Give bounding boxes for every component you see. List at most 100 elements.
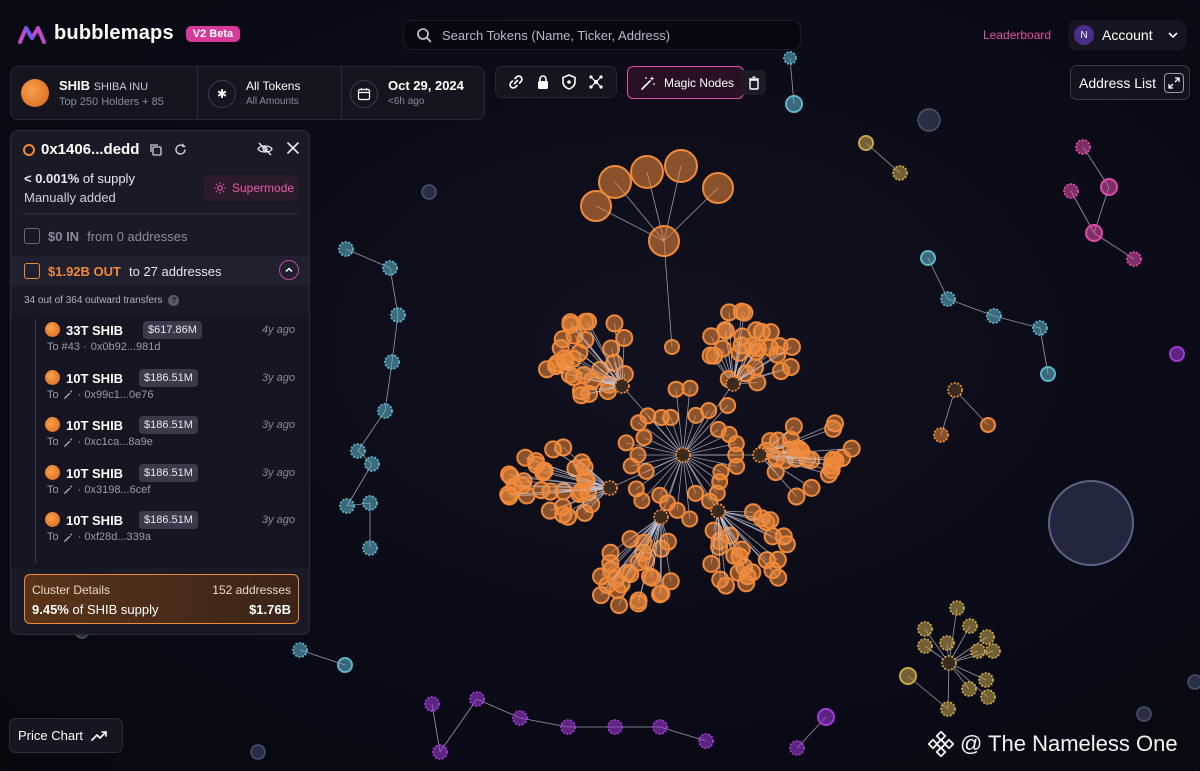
bubble[interactable] bbox=[1040, 366, 1056, 382]
bubble[interactable] bbox=[1032, 320, 1048, 336]
bubble[interactable] bbox=[637, 462, 655, 480]
bubble[interactable] bbox=[727, 435, 745, 453]
transfer-row[interactable]: 10T SHIB $186.51M 3y ago To · 0x99c1...0e76 bbox=[45, 368, 295, 413]
bubble[interactable] bbox=[728, 457, 746, 475]
bubble[interactable] bbox=[717, 576, 736, 595]
bubble[interactable] bbox=[535, 461, 554, 480]
bubble[interactable] bbox=[572, 386, 591, 405]
transfer-destination[interactable]: To · 0x99c1...0e76 bbox=[47, 389, 153, 401]
bubble[interactable] bbox=[939, 635, 955, 651]
bubble[interactable] bbox=[615, 328, 634, 347]
bubble[interactable] bbox=[933, 427, 949, 443]
bubble[interactable] bbox=[634, 533, 653, 552]
bubble[interactable] bbox=[292, 642, 308, 658]
bubble[interactable] bbox=[653, 509, 669, 525]
bubble[interactable] bbox=[500, 465, 519, 484]
bubble[interactable] bbox=[1085, 224, 1103, 242]
magic-nodes-button[interactable]: Magic Nodes bbox=[627, 66, 744, 99]
bubble[interactable] bbox=[817, 708, 835, 726]
bubble[interactable] bbox=[735, 303, 754, 322]
search-input[interactable]: Search Tokens (Name, Ticker, Address) bbox=[403, 20, 801, 50]
address-list-button[interactable]: Address List bbox=[1070, 65, 1190, 100]
bubble[interactable] bbox=[1063, 183, 1079, 199]
bubble[interactable] bbox=[1075, 139, 1091, 155]
bubble[interactable] bbox=[920, 250, 936, 266]
bubble[interactable] bbox=[424, 696, 440, 712]
bubble[interactable] bbox=[377, 403, 393, 419]
bubble[interactable] bbox=[962, 618, 978, 634]
bubble[interactable] bbox=[627, 480, 645, 498]
bubble[interactable] bbox=[686, 484, 704, 502]
bubble[interactable] bbox=[541, 482, 560, 501]
bubble[interactable] bbox=[658, 532, 677, 551]
bubble[interactable] bbox=[629, 553, 648, 572]
bubble[interactable] bbox=[651, 486, 669, 504]
bubble[interactable] bbox=[544, 440, 563, 459]
bubble[interactable] bbox=[725, 546, 744, 565]
bubble[interactable] bbox=[892, 165, 908, 181]
bubble[interactable] bbox=[513, 476, 532, 495]
link-icon[interactable] bbox=[508, 74, 524, 90]
refresh-icon[interactable] bbox=[174, 143, 187, 156]
bubble[interactable] bbox=[700, 402, 718, 420]
bubble[interactable] bbox=[768, 550, 787, 569]
bubble[interactable] bbox=[949, 600, 965, 616]
bubble[interactable] bbox=[961, 681, 977, 697]
faint-bubble[interactable] bbox=[917, 108, 941, 132]
bubble[interactable] bbox=[570, 343, 589, 362]
bubble[interactable] bbox=[607, 719, 623, 735]
bubble[interactable] bbox=[614, 378, 630, 394]
bubble[interactable] bbox=[364, 456, 380, 472]
bubble[interactable] bbox=[559, 507, 578, 526]
bubble[interactable] bbox=[746, 358, 765, 377]
bubble[interactable] bbox=[705, 346, 724, 365]
price-chart-button[interactable]: Price Chart bbox=[9, 718, 123, 753]
bubble[interactable] bbox=[575, 503, 594, 522]
bubble[interactable] bbox=[979, 629, 995, 645]
bubble[interactable] bbox=[512, 710, 528, 726]
bubble[interactable] bbox=[743, 563, 762, 582]
bubble[interactable] bbox=[858, 135, 874, 151]
bubble[interactable] bbox=[899, 667, 917, 685]
token-name[interactable]: SHIB SHIBA INU bbox=[59, 78, 148, 93]
bubble[interactable] bbox=[561, 313, 580, 332]
bubble[interactable] bbox=[390, 307, 406, 323]
bubble[interactable] bbox=[610, 596, 629, 615]
shield-icon[interactable] bbox=[562, 74, 576, 90]
bubble[interactable] bbox=[940, 291, 956, 307]
bubble[interactable] bbox=[571, 482, 590, 501]
bubble[interactable] bbox=[771, 362, 790, 381]
supermode-button[interactable]: Supermode bbox=[204, 175, 298, 201]
bubble[interactable] bbox=[469, 691, 485, 707]
bubble[interactable] bbox=[940, 701, 956, 717]
bubble[interactable] bbox=[725, 376, 741, 392]
bubble[interactable] bbox=[651, 585, 670, 604]
transfer-destination[interactable]: To · 0x3198...6cef bbox=[47, 484, 150, 496]
account-button[interactable]: N Account bbox=[1068, 20, 1186, 50]
bubble[interactable] bbox=[980, 417, 996, 433]
bubble[interactable] bbox=[1100, 178, 1118, 196]
bubble[interactable] bbox=[583, 371, 602, 390]
bubble[interactable] bbox=[648, 225, 680, 257]
lock-icon[interactable] bbox=[536, 74, 550, 90]
transfer-row[interactable]: 10T SHIB $186.51M 3y ago To · 0x3198...6cef bbox=[45, 463, 295, 508]
faint-bubble[interactable] bbox=[250, 744, 266, 760]
bubble[interactable] bbox=[789, 740, 805, 756]
calendar-icon[interactable] bbox=[350, 80, 378, 108]
bubble[interactable] bbox=[720, 303, 739, 322]
bubble[interactable] bbox=[941, 655, 957, 671]
bubble[interactable] bbox=[339, 498, 355, 514]
bubble[interactable] bbox=[384, 354, 400, 370]
bubble[interactable] bbox=[362, 495, 378, 511]
faint-bubble[interactable] bbox=[1136, 706, 1152, 722]
bubble[interactable] bbox=[1169, 346, 1185, 362]
bubble[interactable] bbox=[842, 439, 861, 458]
bubble[interactable] bbox=[432, 744, 448, 760]
bubble[interactable] bbox=[553, 330, 572, 349]
bubble[interactable] bbox=[782, 337, 801, 356]
copy-icon[interactable] bbox=[149, 143, 163, 156]
leaderboard-link[interactable]: Leaderboard bbox=[983, 28, 1051, 42]
bubble[interactable] bbox=[564, 368, 583, 387]
bubble[interactable] bbox=[980, 689, 996, 705]
bubble[interactable] bbox=[601, 553, 620, 572]
